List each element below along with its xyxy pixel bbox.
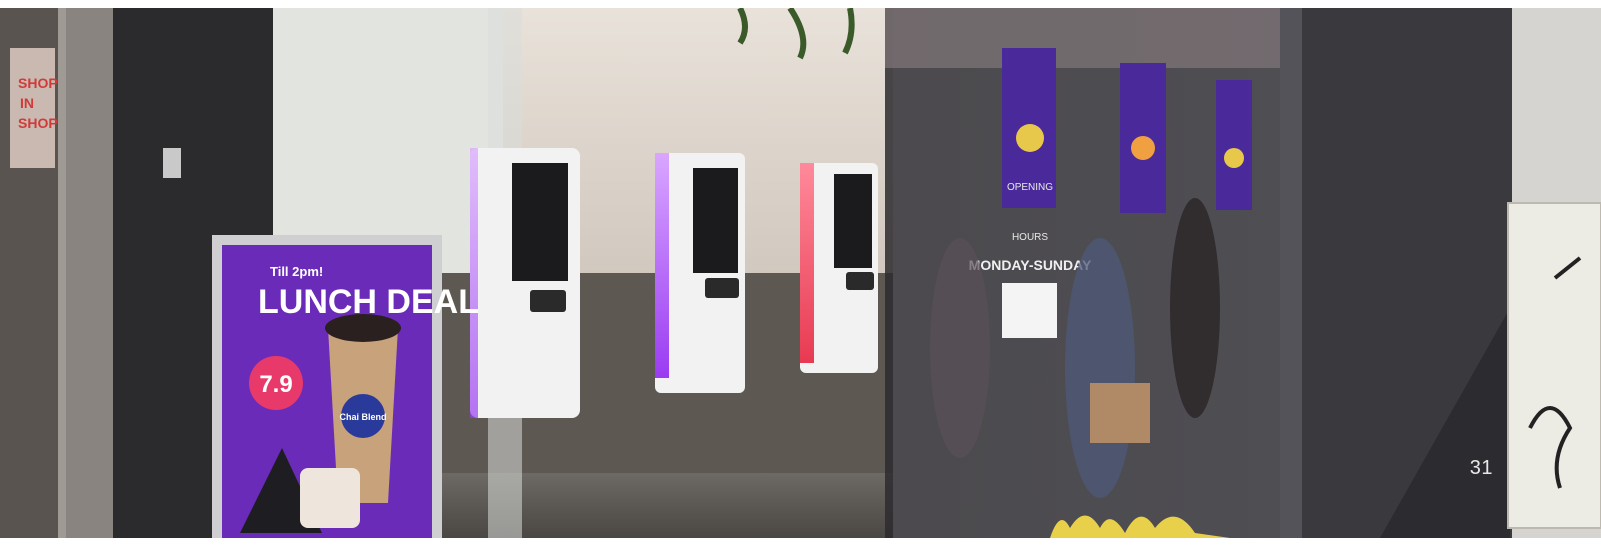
stone-pillar xyxy=(58,8,113,538)
cup-brand-text: Chai Blend xyxy=(339,412,386,422)
lunch-deal-poster: Till 2pm! LUNCH DEAL Chai Blend 7.9 xyxy=(212,235,479,538)
graffiti-sign xyxy=(1507,202,1601,529)
reflection-person-2 xyxy=(1065,238,1135,498)
storefront-photo: SHOP IN SHOP OPENING HOURS MONDAY-SUNDAY… xyxy=(0,8,1601,538)
qr-code-square xyxy=(1002,283,1057,338)
self-order-kiosk-1 xyxy=(470,148,580,418)
svg-text:IN: IN xyxy=(20,95,34,111)
window-frame xyxy=(1280,8,1302,538)
page-number: 31 xyxy=(1469,457,1493,479)
shopping-bag xyxy=(1090,383,1150,443)
self-order-kiosk-2 xyxy=(655,153,745,393)
price-text: 7.9 xyxy=(259,371,292,398)
storefront-scene: SHOP IN SHOP OPENING HOURS MONDAY-SUNDAY… xyxy=(0,8,1601,538)
decal-opening-text: OPENING xyxy=(1007,182,1053,193)
boba-pearls xyxy=(325,314,401,342)
svg-text:SHOP: SHOP xyxy=(18,75,58,91)
decal-days-text: MONDAY-SUNDAY xyxy=(969,257,1092,273)
decal-hours-text: HOURS xyxy=(1012,232,1048,243)
reflection-person-1 xyxy=(930,238,990,458)
light-switch xyxy=(163,148,181,178)
self-order-kiosk-3 xyxy=(800,163,878,373)
svg-text:SHOP: SHOP xyxy=(18,115,58,131)
hanging-banner-3 xyxy=(1216,80,1252,210)
poster-subtitle: Till 2pm! xyxy=(270,264,323,279)
sandwich xyxy=(300,468,360,528)
